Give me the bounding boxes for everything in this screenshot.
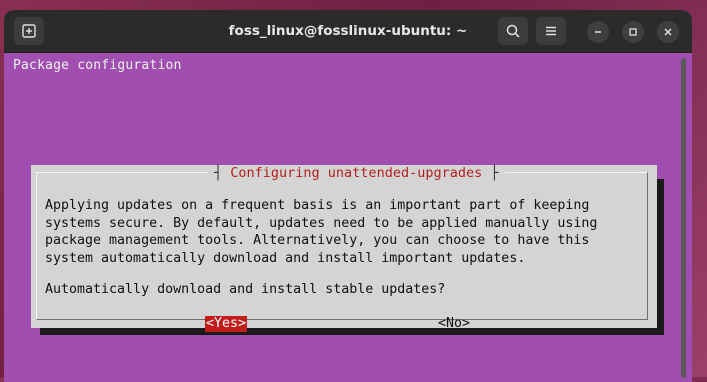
scrollbar[interactable] <box>681 58 686 378</box>
minimize-icon <box>595 31 601 33</box>
dialog-title-text: Configuring unattended-upgrades <box>230 165 483 181</box>
title-bar: foss_linux@fosslinux-ubuntu: ~ <box>4 10 692 53</box>
maximize-icon <box>629 28 637 36</box>
terminal-area[interactable]: Package configuration ┤ Configuring unat… <box>4 53 692 382</box>
terminal-window: foss_linux@fosslinux-ubuntu: ~ Package c… <box>4 10 692 382</box>
dialog-title: ┤ Configuring unattended-upgrades ├ <box>208 165 505 181</box>
search-icon <box>506 24 520 38</box>
dialog-question: Automatically download and install stabl… <box>45 282 446 297</box>
close-icon <box>664 28 672 36</box>
config-dialog: ┤ Configuring unattended-upgrades ├ Appl… <box>31 165 657 332</box>
package-configuration-header: Package configuration <box>13 58 182 73</box>
dialog-body: Applying updates on a frequent basis is … <box>45 198 598 266</box>
no-button[interactable]: <No> <box>438 316 470 332</box>
minimize-button[interactable] <box>587 21 609 43</box>
close-button[interactable] <box>657 21 679 43</box>
menu-button[interactable] <box>536 17 566 45</box>
search-button[interactable] <box>498 17 528 45</box>
maximize-button[interactable] <box>622 21 644 43</box>
menu-icon <box>546 26 556 36</box>
yes-button[interactable]: <Yes> <box>205 316 248 332</box>
